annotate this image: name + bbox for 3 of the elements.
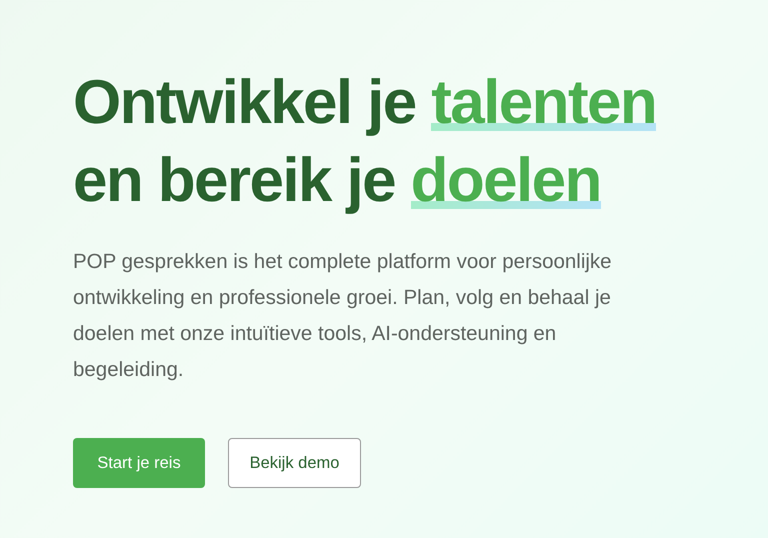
headline: Ontwikkel je talenten en bereik je doelen bbox=[73, 67, 658, 219]
demo-button[interactable]: Bekijk demo bbox=[228, 438, 361, 488]
intro-text: POP gesprekken is het complete platform voor persoonlijke ontwikkeling en professionele groei. Plan, volg en behaal je doelen met onze intuïtieve tools, AI-ondersteuning en begeleiding. bbox=[73, 249, 613, 383]
